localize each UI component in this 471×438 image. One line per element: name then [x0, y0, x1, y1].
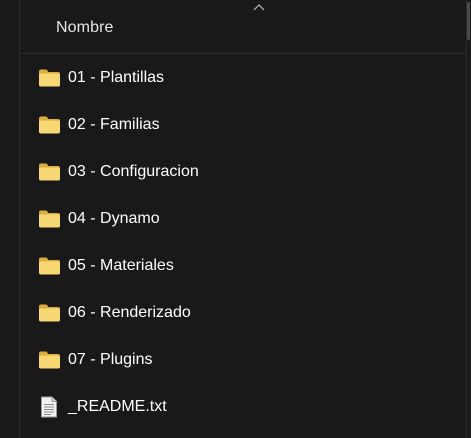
list-item-folder[interactable]: 07 - Plugins: [20, 336, 466, 383]
list-item-folder[interactable]: 02 - Familias: [20, 101, 466, 148]
folder-icon: [39, 351, 60, 368]
file-name: 01 - Plantillas: [68, 68, 165, 86]
file-name: 04 - Dynamo: [68, 209, 160, 227]
navigation-pane-edge: [0, 0, 19, 438]
file-name: 03 - Configuracion: [68, 162, 199, 180]
scrollbar-track[interactable]: [467, 0, 471, 438]
file-name: _README.txt: [68, 397, 167, 415]
list-item-file[interactable]: _README.txt: [20, 383, 466, 430]
folder-icon: [39, 257, 60, 274]
list-item-folder[interactable]: 04 - Dynamo: [20, 195, 466, 242]
file-name: 06 - Renderizado: [68, 303, 191, 321]
list-item-folder[interactable]: 03 - Configuracion: [20, 148, 466, 195]
column-header-name[interactable]: Nombre: [56, 19, 114, 37]
folder-icon: [39, 116, 60, 133]
list-item-folder[interactable]: 01 - Plantillas: [20, 54, 466, 101]
folder-icon: [39, 304, 60, 321]
folder-icon: [39, 210, 60, 227]
file-name: 02 - Familias: [68, 115, 160, 133]
sort-ascending-icon: [253, 4, 265, 11]
file-name: 07 - Plugins: [68, 350, 153, 368]
list-item-folder[interactable]: 05 - Materiales: [20, 242, 466, 289]
folder-icon: [39, 69, 60, 86]
folder-icon: [39, 163, 60, 180]
list-item-folder[interactable]: 06 - Renderizado: [20, 289, 466, 336]
text-file-icon: [41, 396, 57, 417]
scrollbar-thumb[interactable]: [467, 2, 470, 40]
file-name: 05 - Materiales: [68, 256, 174, 274]
